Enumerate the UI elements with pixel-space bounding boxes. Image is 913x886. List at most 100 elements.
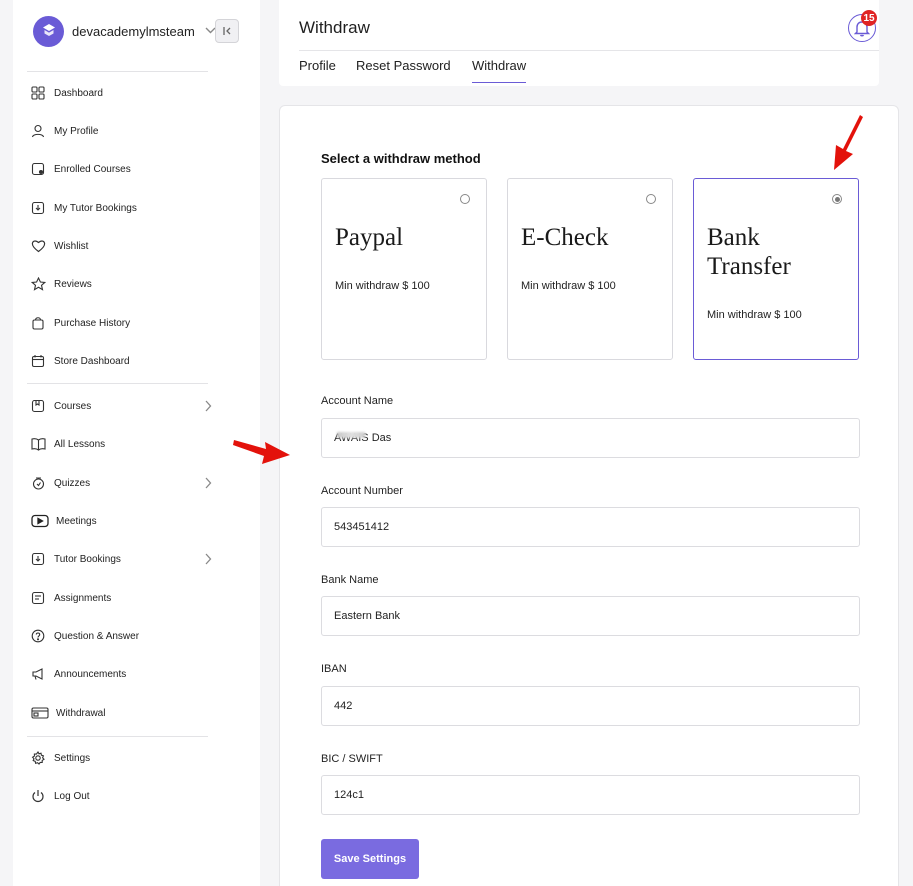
- bic-swift-field[interactable]: [321, 775, 860, 815]
- account-number-label: Account Number: [321, 485, 403, 497]
- sidebar-item-label: Withdrawal: [56, 707, 106, 719]
- power-icon: [30, 788, 46, 804]
- store-icon: [30, 353, 46, 369]
- sidebar-item-assignments[interactable]: Assignments: [30, 587, 220, 609]
- sidebar-item-withdrawal[interactable]: Withdrawal: [30, 702, 220, 724]
- divider: [299, 50, 879, 51]
- sidebar-item-label: Enrolled Courses: [54, 163, 131, 175]
- brand[interactable]: devacademylmsteam: [33, 15, 216, 47]
- sidebar-item-label: Settings: [54, 752, 91, 764]
- method-name: Paypal: [335, 224, 404, 251]
- collapse-sidebar-button[interactable]: [215, 19, 239, 43]
- account-name-field[interactable]: [321, 418, 860, 458]
- tab-reset-password[interactable]: Reset Password: [356, 58, 451, 82]
- bank-name-field[interactable]: [321, 596, 860, 636]
- question-icon: [30, 628, 46, 644]
- divider: [27, 71, 208, 72]
- sidebar-item-label: Assignments: [54, 592, 112, 604]
- sidebar-item-label: Dashboard: [54, 87, 103, 99]
- quiz-icon: [30, 475, 46, 491]
- sidebar: devacademylmsteam Dashboard My Profile E…: [13, 0, 260, 886]
- sidebar-item-my-profile[interactable]: My Profile: [30, 120, 220, 142]
- method-radio[interactable]: [460, 194, 470, 204]
- sidebar-item-label: Question & Answer: [54, 630, 140, 642]
- assignment-icon: [30, 590, 46, 606]
- sidebar-item-label: Meetings: [56, 515, 97, 527]
- account-number-field[interactable]: [321, 507, 860, 547]
- sidebar-item-all-lessons[interactable]: All Lessons: [30, 433, 220, 455]
- save-settings-button[interactable]: Save Settings: [321, 839, 419, 879]
- red-arrow-annotation: [834, 115, 863, 170]
- notification-badge: 15: [861, 10, 877, 26]
- sidebar-item-label: Courses: [54, 400, 92, 412]
- redacted-blur: [337, 432, 365, 438]
- brand-logo: [33, 15, 64, 47]
- divider: [27, 736, 208, 737]
- bic-swift-label: BIC / SWIFT: [321, 753, 383, 765]
- section-title: Select a withdraw method: [321, 151, 481, 166]
- divider: [27, 383, 208, 384]
- course-icon: [30, 161, 46, 177]
- method-min-withdraw: Min withdraw $ 100: [521, 280, 616, 292]
- star-icon: [30, 276, 46, 292]
- sidebar-item-quizzes[interactable]: Quizzes: [30, 472, 220, 494]
- sidebar-item-reviews[interactable]: Reviews: [30, 273, 220, 295]
- iban-label: IBAN: [321, 663, 347, 675]
- gear-icon: [30, 750, 46, 766]
- method-name: Bank Transfer: [707, 224, 791, 280]
- method-card-paypal[interactable]: Paypal Min withdraw $ 100: [321, 178, 487, 360]
- sidebar-item-label: Wishlist: [54, 240, 89, 252]
- sidebar-item-label: My Profile: [54, 125, 99, 137]
- method-card-echeck[interactable]: E-Check Min withdraw $ 100: [507, 178, 673, 360]
- heart-icon: [30, 238, 46, 254]
- sidebar-item-label: Purchase History: [54, 317, 131, 329]
- courses-icon: [30, 398, 46, 414]
- red-arrow-annotation: [233, 440, 290, 464]
- sidebar-item-meetings[interactable]: Meetings: [30, 510, 220, 532]
- sidebar-item-label: Tutor Bookings: [54, 553, 121, 565]
- account-name-label: Account Name: [321, 395, 394, 407]
- method-name: E-Check: [521, 224, 609, 251]
- dashboard-icon: [30, 85, 46, 101]
- sidebar-item-label: Reviews: [54, 278, 92, 290]
- chevron-right-icon[interactable]: [204, 476, 212, 494]
- booking-icon: [30, 200, 46, 216]
- chevron-right-icon[interactable]: [204, 399, 212, 417]
- sidebar-item-label: Quizzes: [54, 477, 91, 489]
- bank-name-label: Bank Name: [321, 574, 379, 586]
- sidebar-item-question-answer[interactable]: Question & Answer: [30, 625, 220, 647]
- sidebar-item-dashboard[interactable]: Dashboard: [30, 82, 220, 104]
- video-icon: [30, 513, 50, 529]
- withdraw-settings-panel: Select a withdraw method Paypal Min with…: [279, 105, 899, 886]
- brand-name: devacademylmsteam: [72, 23, 195, 39]
- sidebar-item-my-tutor-bookings[interactable]: My Tutor Bookings: [30, 197, 220, 219]
- method-radio[interactable]: [646, 194, 656, 204]
- page-header: Withdraw 15 Profile Reset Password Withd…: [279, 0, 879, 86]
- sidebar-item-log-out[interactable]: Log Out: [30, 785, 220, 807]
- sidebar-item-courses[interactable]: Courses: [30, 395, 220, 417]
- sidebar-item-label: Announcements: [54, 668, 127, 680]
- user-icon: [30, 123, 46, 139]
- sidebar-item-label: My Tutor Bookings: [54, 202, 137, 214]
- page-title: Withdraw: [299, 18, 370, 37]
- sidebar-item-announcements[interactable]: Announcements: [30, 663, 220, 685]
- megaphone-icon: [30, 666, 46, 682]
- method-radio[interactable]: [832, 194, 842, 204]
- sidebar-item-label: Log Out: [54, 790, 90, 802]
- sidebar-item-label: Store Dashboard: [54, 355, 130, 367]
- booking-icon: [30, 551, 46, 567]
- tab-withdraw[interactable]: Withdraw: [472, 58, 527, 83]
- sidebar-item-settings[interactable]: Settings: [30, 747, 220, 769]
- sidebar-item-store-dashboard[interactable]: Store Dashboard: [30, 350, 220, 372]
- cart-icon: [30, 315, 46, 331]
- tab-profile[interactable]: Profile: [299, 58, 336, 82]
- method-min-withdraw: Min withdraw $ 100: [335, 280, 430, 292]
- method-card-bank-transfer[interactable]: Bank Transfer Min withdraw $ 100: [693, 178, 859, 360]
- sidebar-item-purchase-history[interactable]: Purchase History: [30, 312, 220, 334]
- sidebar-item-tutor-bookings[interactable]: Tutor Bookings: [30, 548, 220, 570]
- chevron-right-icon[interactable]: [204, 552, 212, 570]
- wallet-icon: [30, 705, 50, 721]
- sidebar-item-wishlist[interactable]: Wishlist: [30, 235, 220, 257]
- iban-field[interactable]: [321, 686, 860, 726]
- sidebar-item-enrolled-courses[interactable]: Enrolled Courses: [30, 158, 220, 180]
